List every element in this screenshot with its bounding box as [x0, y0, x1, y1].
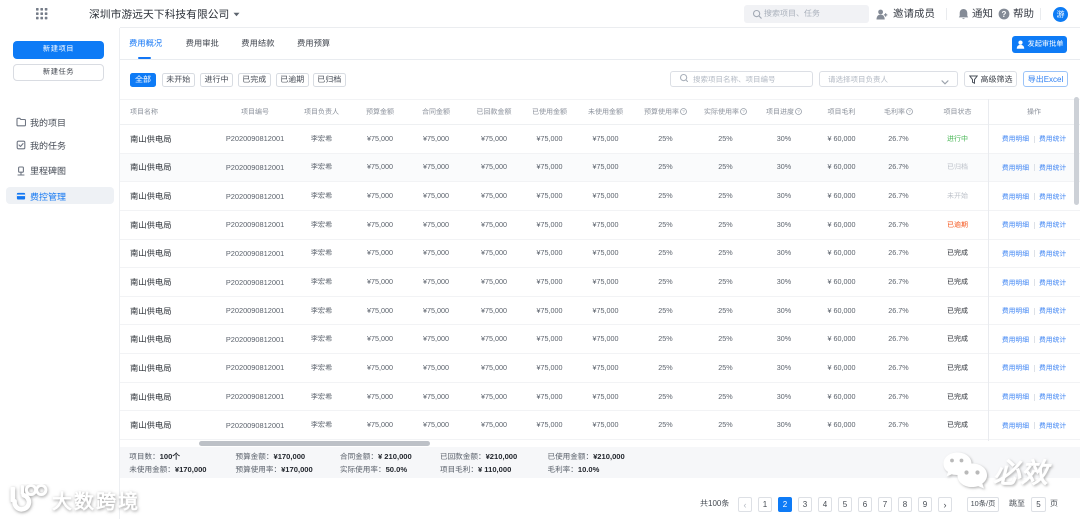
svg-text:?: ? [1002, 10, 1007, 19]
svg-text:必效: 必效 [993, 451, 1052, 491]
svg-text:大数跨境: 大数跨境 [52, 486, 140, 515]
svg-text:?: ? [682, 109, 685, 114]
svg-text:?: ? [742, 109, 745, 114]
svg-text:?: ? [797, 109, 800, 114]
svg-text:?: ? [908, 109, 911, 114]
